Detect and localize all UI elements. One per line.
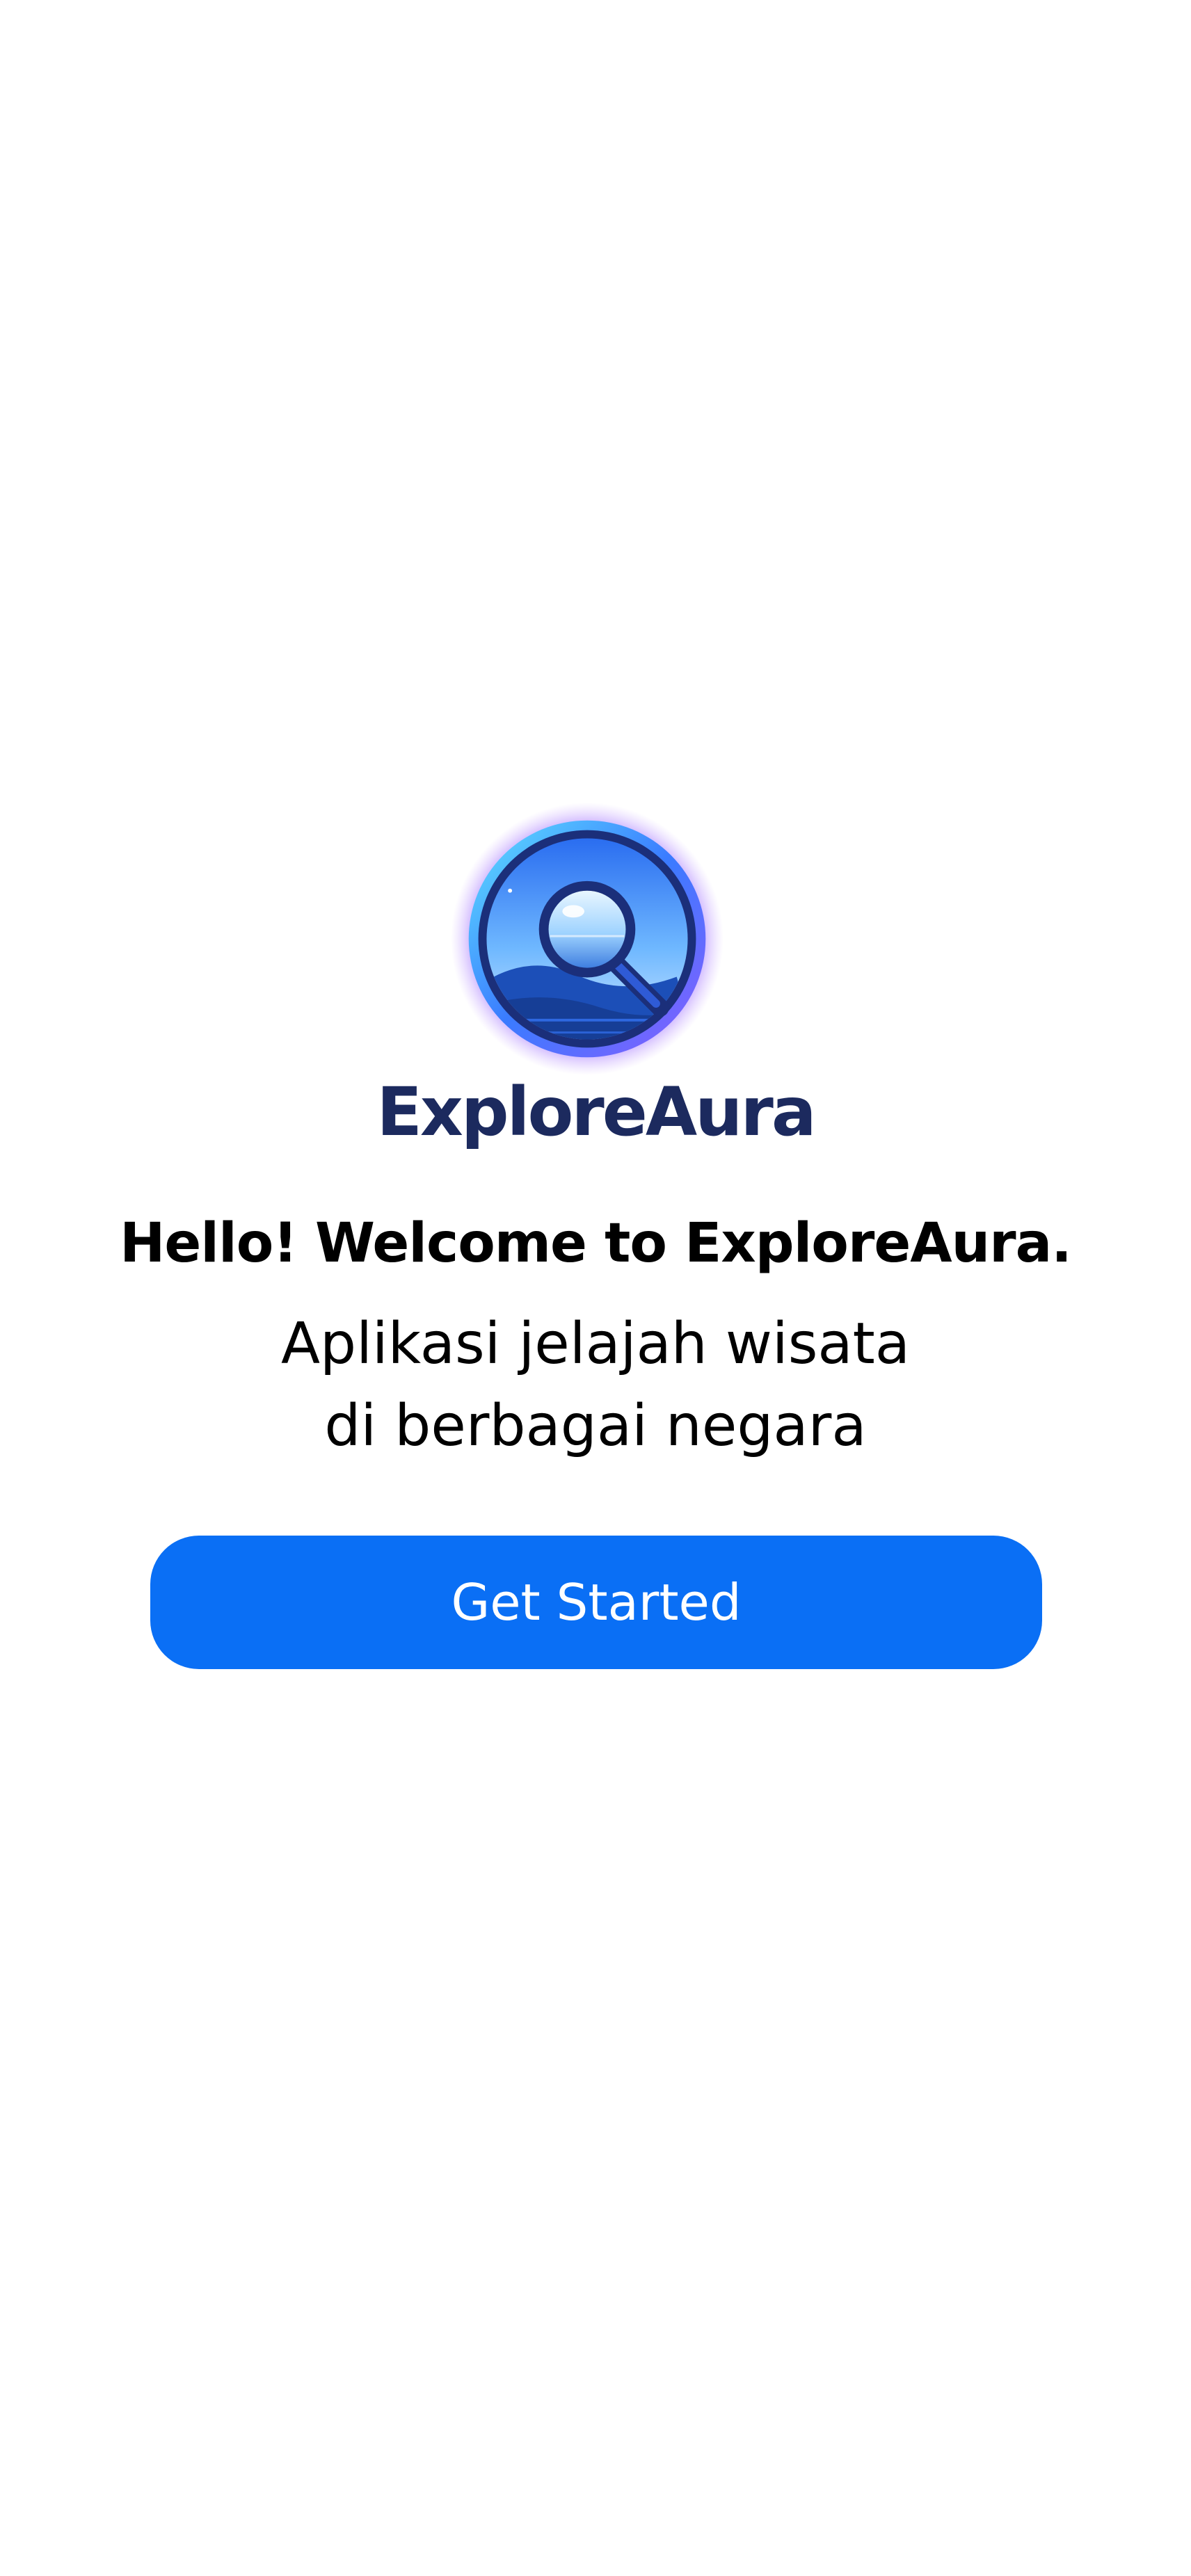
brand-name: ExploreAura — [376, 1073, 816, 1151]
subtitle-line-2: di berbagai negara — [324, 1393, 867, 1459]
subtitle-line-1: Aplikasi jelajah wisata — [280, 1311, 911, 1377]
welcome-headline: Hello! Welcome to ExploreAura. — [120, 1212, 1072, 1275]
get-started-button[interactable]: Get Started — [150, 1536, 1042, 1669]
app-logo-icon — [449, 801, 725, 1077]
welcome-screen: ExploreAura Hello! Welcome to ExploreAur… — [0, 0, 1191, 2576]
welcome-subtitle: Aplikasi jelajah wisata di berbagai nega… — [0, 1303, 1191, 1467]
